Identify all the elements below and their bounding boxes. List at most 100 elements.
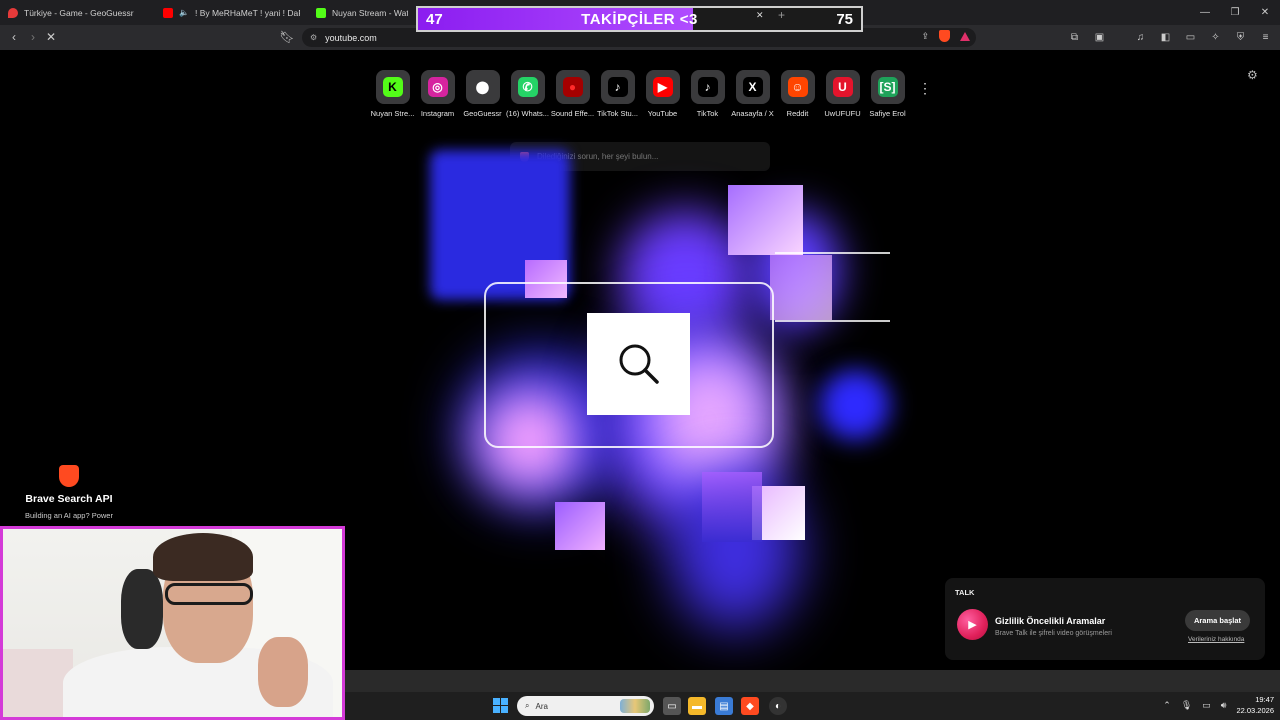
tile-label: TikTok Stu...: [597, 109, 638, 118]
talk-tag: TALK: [955, 588, 975, 597]
tab-nuyan-stream[interactable]: Nuyan Stream - Watch Li: [308, 0, 416, 25]
shortcut-tile[interactable]: [S] Safiye Erol: [865, 70, 910, 118]
instagram-icon: ◎: [427, 77, 448, 97]
shortcut-tile[interactable]: X Anasayfa / X: [730, 70, 775, 118]
tile-icon-frame: U: [825, 70, 860, 104]
task-view-icon[interactable]: ▭: [663, 697, 681, 715]
x-icon: X: [742, 77, 763, 97]
bookmark-icon[interactable]: 🔖︎: [278, 28, 296, 46]
time: 19:47: [1255, 695, 1274, 704]
tile-label: Instagram: [420, 109, 455, 118]
tile-icon-frame: [S]: [870, 70, 905, 104]
microphone-icon[interactable]: 🎙︎: [1181, 700, 1192, 711]
brave-talk-card: TALK ▶ Gizlilik Öncelikli Aramalar Brave…: [945, 578, 1265, 660]
stop-loading-icon[interactable]: ✕: [42, 28, 60, 46]
shortcut-tile[interactable]: ✆ (16) Whats...: [505, 70, 550, 118]
whatsapp-icon: ✆: [517, 77, 538, 97]
share-icon[interactable]: ⇪: [921, 31, 929, 42]
new-tab-icon[interactable]: +: [778, 8, 785, 22]
privacy-link[interactable]: Verileriniz hakkında: [1188, 636, 1244, 643]
forward-icon[interactable]: ›: [24, 28, 42, 46]
file-explorer-icon[interactable]: ▬: [688, 697, 706, 715]
kick-icon: K: [382, 77, 403, 97]
shortcut-tile[interactable]: ♪ TikTok: [685, 70, 730, 118]
brave-rewards-icon[interactable]: [960, 31, 970, 41]
tile-label: Anasayfa / X: [731, 109, 774, 118]
shortcut-tile[interactable]: K Nuyan Stre...: [370, 70, 415, 118]
brave-search-api-promo[interactable]: Brave Search API Building an AI app? Pow…: [10, 465, 128, 520]
youtube-icon: ▶: [652, 77, 673, 97]
start-call-button[interactable]: Arama başlat: [1185, 610, 1250, 631]
tab-label: Nuyan Stream - Watch Li: [332, 7, 408, 18]
tab-geoguessr[interactable]: Türkiye - Game - GeoGuessr: [0, 0, 155, 25]
menu-icon[interactable]: ≡: [1257, 28, 1274, 46]
shortcut-tile[interactable]: ☺ Reddit: [775, 70, 820, 118]
tiktok-icon: ♪: [607, 77, 628, 97]
tab-label: Türkiye - Game - GeoGuessr: [24, 7, 134, 18]
geoguessr-pin-icon: [8, 7, 18, 18]
promo-subtitle: Building an AI app? Power: [25, 511, 113, 520]
tab-youtube-video[interactable]: 🔈 ! By MeRHaMeT ! yani ! DaRKNe: [155, 0, 308, 25]
network-icon[interactable]: ▭: [1202, 700, 1211, 711]
kick-icon: [316, 7, 326, 18]
maximize-icon[interactable]: ❐: [1220, 0, 1250, 25]
more-options-icon[interactable]: ⋮: [918, 80, 932, 97]
search-icon: ⌕: [525, 701, 530, 710]
shortcut-tile[interactable]: ▶ YouTube: [640, 70, 685, 118]
sidebar-icon[interactable]: ◧: [1157, 28, 1174, 46]
tile-label: YouTube: [647, 109, 678, 118]
background-artwork: [420, 150, 900, 630]
promo-title: Brave Search API: [25, 493, 113, 505]
store-icon[interactable]: ▤: [715, 697, 733, 715]
screen: Türkiye - Game - GeoGuessr 🔈 ! By MeRHaM…: [0, 0, 1280, 720]
tile-label: TikTok: [696, 109, 719, 118]
app-icon[interactable]: ◐: [769, 697, 787, 715]
reddit-icon: ☺: [787, 77, 808, 97]
tile-label: Safiye Erol: [869, 109, 906, 118]
taskbar-search[interactable]: ⌕ Ara: [517, 696, 654, 716]
shortcut-tile[interactable]: ♪ TikTok Stu...: [595, 70, 640, 118]
shortcut-tile[interactable]: ◎ Instagram: [415, 70, 460, 118]
shortcut-tile[interactable]: ● Sound Effe...: [550, 70, 595, 118]
back-icon[interactable]: ‹: [5, 28, 23, 46]
system-tray: ⌃ 🎙︎ ▭ 🔊︎ 19:47 22.03.2026: [1163, 694, 1274, 716]
date: 22.03.2026: [1236, 706, 1274, 715]
address-bar-actions: ⇪: [921, 30, 970, 42]
extensions-icon[interactable]: ⧉: [1066, 28, 1083, 46]
search-highlight-image: [620, 699, 650, 713]
tile-icon-frame: X: [735, 70, 770, 104]
media-icon[interactable]: ♫: [1132, 28, 1149, 46]
shortcut-tile[interactable]: U UwUFUFU: [820, 70, 865, 118]
screenshot-icon[interactable]: ▣: [1091, 28, 1108, 46]
webcam-overlay: [0, 526, 345, 720]
tile-label: Reddit: [786, 109, 809, 118]
clock[interactable]: 19:47 22.03.2026: [1236, 694, 1274, 716]
settings-gear-icon[interactable]: ⚙: [1247, 68, 1258, 82]
talk-title: Gizlilik Öncelikli Aramalar: [995, 616, 1106, 626]
site-info-icon[interactable]: ⚙: [310, 33, 317, 42]
tile-label: Sound Effe...: [550, 109, 595, 118]
url-text[interactable]: youtube.com: [325, 33, 377, 43]
windows-start-icon[interactable]: [493, 698, 508, 713]
tile-label: (16) Whats...: [506, 109, 549, 118]
tile-icon-frame: ♪: [690, 70, 725, 104]
shortcut-tile[interactable]: ⬤ GeoGuessr: [460, 70, 505, 118]
volume-icon[interactable]: 🔊︎: [1221, 700, 1227, 711]
vpn-icon[interactable]: ⛨: [1232, 28, 1249, 46]
brave-lion-icon: [59, 465, 79, 487]
s-icon: [S]: [877, 77, 898, 97]
close-icon[interactable]: ✕: [1250, 0, 1280, 25]
follower-current: 47: [426, 10, 443, 28]
close-tab-icon[interactable]: ✕: [756, 10, 764, 21]
minimize-icon[interactable]: —: [1190, 0, 1220, 25]
talk-subtitle: Brave Talk ile şifreli video görüşmeleri: [995, 630, 1112, 637]
leo-ai-icon[interactable]: ✧: [1207, 28, 1224, 46]
wallet-icon[interactable]: ▭: [1182, 28, 1199, 46]
follower-counts: 47 75: [418, 8, 861, 30]
brave-browser-icon[interactable]: ◆: [741, 697, 759, 715]
youtube-icon: [163, 7, 173, 18]
brave-shields-icon[interactable]: [939, 30, 950, 42]
chevron-up-icon[interactable]: ⌃: [1163, 700, 1171, 711]
top-sites: K Nuyan Stre... ◎ Instagram ⬤ GeoGuessr ✆ (16) …: [370, 70, 910, 118]
tile-icon-frame: ▶: [645, 70, 680, 104]
